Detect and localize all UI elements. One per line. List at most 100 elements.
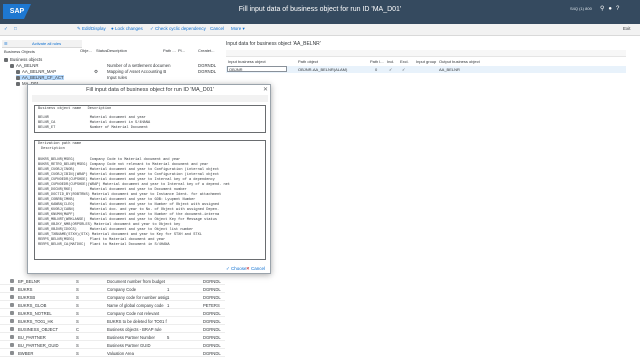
check-cyclic-button[interactable]: ✓ Check cyclic dependency (150, 26, 206, 32)
shell-icons: ⚲●? (600, 5, 623, 12)
object-icon (10, 295, 14, 299)
tree-node-root[interactable]: Business objects (4, 57, 42, 62)
path-line[interactable]: BELNR_DOCTID_BY(ROBTRNS) Material docume… (38, 193, 221, 197)
path-line[interactable]: BELNR_KUOBJ(CABN) Material doc. and year… (38, 208, 219, 212)
path-line[interactable]: RERPS_BELNR(MSEG) Plant to Material docu… (38, 238, 165, 242)
col-path-object[interactable]: Path object (298, 59, 318, 64)
list-item[interactable]: BUKRS_GLOB S Name of global company code 1 P… (0, 301, 225, 309)
panel-toolbar (226, 50, 626, 57)
list-item[interactable]: BWBER S Valuation Area DGRNDL (0, 349, 225, 357)
list-item[interactable]: BUSINESS_OBJECT C Business objects - BRAP … (0, 325, 225, 333)
expand-icon[interactable]: ☰ (4, 41, 8, 46)
edit-display-button[interactable]: ✎ Edit/Display (77, 26, 106, 32)
cancel-button[interactable]: ✕ Cancel (246, 266, 265, 272)
col-path[interactable]: Path ... (163, 48, 176, 53)
tree-node-selected[interactable]: AA_BELNR_CF_ACT (16, 75, 64, 80)
incl-checkbox[interactable]: ✓ (389, 67, 392, 72)
object-icon (10, 287, 14, 291)
path-line[interactable]: BELNR_CUPNOEDR(CUPSHDE) Material documen… (38, 178, 215, 182)
path-line[interactable]: BELNR_CUOBJ(INOB) Material document and … (38, 168, 219, 172)
panel-title: Input data for business object 'AA_BELNR… (226, 41, 321, 47)
col-input-group[interactable]: Input group (416, 59, 436, 64)
list-item[interactable]: BUKRSB S Company code for number assig 1 DGR… (0, 293, 225, 301)
object-icon (10, 343, 14, 347)
cancel-button[interactable]: Cancel (210, 26, 224, 31)
sap-logo[interactable]: SAP (3, 4, 31, 19)
more-button[interactable]: More ▾ (231, 26, 245, 32)
dialog-toolbar (32, 95, 268, 102)
user-icon[interactable]: ● (608, 6, 616, 12)
check-icon[interactable]: ✓ (4, 26, 8, 32)
lock-changes-button[interactable]: ● Lock changes (111, 26, 143, 31)
excl-checkbox[interactable]: ✓ (402, 67, 405, 72)
object-icon (10, 351, 14, 355)
path-line[interactable]: BUKRS_RETRO_BELNR(MSEG) Company Code not… (38, 163, 208, 167)
col-status[interactable]: Status (96, 48, 107, 53)
path-line[interactable]: BELNR_TXBNAME(STXH)(STX) Material docume… (38, 233, 202, 237)
box-header: Business object name Description (38, 107, 112, 111)
box-header: Derivation path name (38, 142, 82, 146)
dialog-title: Fill input data of business object for r… (86, 87, 214, 93)
box-subheader: Description (41, 147, 65, 151)
close-icon[interactable]: ✕ (263, 86, 268, 93)
path-object-cell: OBJNR-AA_BELNR(ALAM) (298, 67, 348, 72)
row-owner: DGRNDL (198, 69, 217, 74)
path-line[interactable]: BELNR_CUPNOEDR(CUPSHDE)(WRAP) Material d… (38, 183, 230, 187)
input-bo-field[interactable]: OBJNR (227, 66, 287, 72)
path-line[interactable]: BELNR_MBLNRT(WRKLANSE) Material document… (38, 218, 217, 222)
choose-button[interactable]: ✓ Choose (226, 266, 247, 272)
object-icon (10, 319, 14, 323)
col-path-level[interactable]: Path l... (370, 59, 384, 64)
list-item[interactable]: BUKRS_NOTREL S Company Code not relevant DG… (0, 309, 225, 317)
input-data-panel: Input data for business object 'AA_BELNR… (226, 38, 640, 360)
system-info: S4Q (1) 800 (570, 6, 592, 11)
object-icon (10, 311, 14, 315)
box-line[interactable]: BELNR Material document and year (38, 116, 146, 120)
shell-bar: SAP Fill input data of business object f… (0, 0, 640, 24)
check-icon: ✓ (226, 266, 230, 271)
object-icon (16, 75, 20, 80)
help-icon[interactable]: ? (616, 6, 623, 12)
path-line[interactable]: BELNR_COBRB(IMKB) Material document and … (38, 198, 195, 202)
path-line[interactable]: BELNR_OBJNR(IDOCS) Material document and… (38, 228, 193, 232)
list-item[interactable]: BU_PARTNER S Business Partner Number 5 DGRND… (0, 333, 225, 341)
col-excl[interactable]: Excl. (400, 59, 409, 64)
derivation-path-box: Derivation path name Description BUKRS_B… (34, 140, 266, 260)
col-business-objects[interactable]: Business Objects (4, 49, 35, 54)
path-line[interactable]: BUKRS_BELNR(MSEG) Company Code to Materi… (38, 158, 180, 162)
list-item[interactable]: BP_BELNR S Document number from budget DGRN… (0, 277, 225, 285)
box-line[interactable]: BELNR_ET Number of Material Document (38, 126, 148, 130)
exit-button[interactable]: Exit (623, 26, 631, 31)
tree-node-aa-belnr[interactable]: AA_BELNR (10, 63, 38, 68)
folder-icon (4, 57, 8, 62)
path-line[interactable]: BELNR_OBJKY_NMB(ORPSRLES) Material docum… (38, 223, 180, 227)
col-description[interactable]: Description (107, 48, 127, 53)
path-line[interactable]: BELNR_DOCNR(RKE) Material document and y… (38, 188, 187, 192)
row-description: Input rules (107, 75, 128, 80)
page-title: Fill input data of business object for r… (238, 6, 402, 13)
list-item[interactable]: BUKRS S Company Code 1 DGRNDL (0, 285, 225, 293)
col-output-bo[interactable]: Output business object (439, 59, 480, 64)
save-icon[interactable]: □ (14, 26, 17, 31)
box-line[interactable]: BELNR_CA Material document in S/4HANA (38, 121, 150, 125)
activate-all-rules-button[interactable]: Activate all rules (32, 41, 61, 46)
path-level-cell: 0 (375, 67, 378, 72)
tree-toolbar: ☰ Activate all rules (2, 40, 82, 48)
path-line[interactable]: BELNR_KANBN(CLEO) Material document and … (38, 203, 219, 207)
col-input-bo[interactable]: Input business object (228, 59, 266, 64)
list-item[interactable]: BU_PARTNER_GUID S Business Partner GUID DGR… (0, 341, 225, 349)
path-line[interactable]: BELNR_KNUMH(MAPF) Material document and … (38, 213, 219, 217)
business-object-box: Business object name Description BELNR M… (34, 105, 266, 133)
list-item[interactable]: BUKRS_TO01_HK S BUKRS to be deleted for TO… (0, 317, 225, 325)
col-object[interactable]: Obje... (80, 48, 92, 53)
col-createt[interactable]: Createt... (198, 48, 214, 53)
object-icon (10, 279, 14, 283)
tree-node-aa-belnr-map[interactable]: AA_BELNR_MAP (16, 69, 56, 74)
path-line[interactable]: BELNR_CUOBJ(IBIN)(WRAP) Material documen… (38, 173, 219, 177)
col-pl[interactable]: Pl... (178, 48, 185, 53)
path-line[interactable]: RERPS_BELNR_CA(MATDOC) Plant to Material… (38, 243, 170, 247)
lock-icon: ● (111, 26, 114, 31)
business-object-list: BP_BELNR S Document number from budget DGRN… (0, 277, 225, 360)
col-incl[interactable]: Incl. (387, 59, 394, 64)
pencil-icon: ✎ (77, 26, 81, 31)
